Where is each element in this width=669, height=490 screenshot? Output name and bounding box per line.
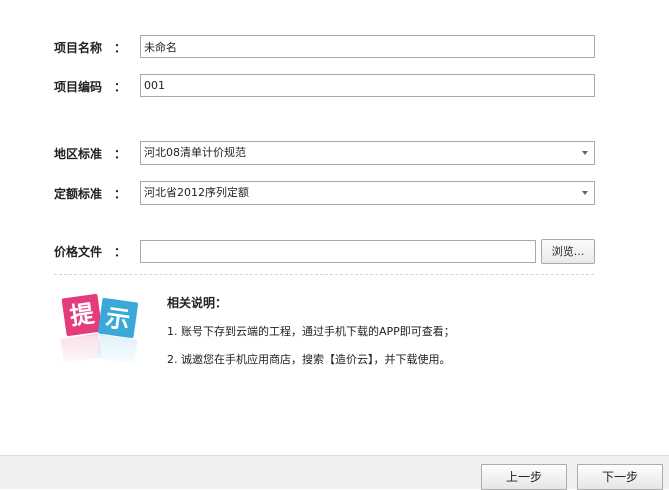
tip-line-2: 2. 诚邀您在手机应用商店，搜索【造价云】，并下载使用。	[167, 353, 451, 366]
region-standard-select[interactable]: 河北08清单计价规范	[140, 141, 595, 165]
price-file-colon: ：	[114, 245, 127, 259]
tip-title: 相关说明：	[167, 296, 228, 310]
quota-standard-value: 河北省2012序列定额	[144, 186, 249, 199]
region-standard-label: 地区标准	[54, 147, 103, 161]
price-file-input[interactable]	[140, 240, 536, 263]
tip-icon-char-2: 示	[104, 303, 132, 334]
chevron-down-icon[interactable]	[582, 191, 588, 195]
quota-standard-label: 定额标准	[54, 187, 103, 201]
divider	[54, 274, 594, 275]
footer-bar	[0, 455, 669, 489]
quota-standard-colon: ：	[114, 187, 127, 201]
browse-button[interactable]: 浏览...	[541, 239, 595, 264]
region-standard-value: 河北08清单计价规范	[144, 146, 246, 159]
project-name-label: 项目名称	[54, 41, 103, 55]
tip-icon-char-1: 提	[68, 299, 97, 330]
quota-standard-select[interactable]: 河北省2012序列定额	[140, 181, 595, 205]
region-standard-colon: ：	[114, 147, 127, 161]
price-file-label: 价格文件	[54, 245, 103, 259]
project-name-colon: ：	[114, 41, 127, 55]
project-name-input[interactable]	[140, 35, 595, 58]
project-code-colon: ：	[114, 80, 127, 94]
tip-line-1: 1. 账号下存到云端的工程，通过手机下载的APP即可查看；	[167, 325, 455, 338]
chevron-down-icon[interactable]	[582, 151, 588, 155]
project-code-label: 项目编码	[54, 80, 103, 94]
next-step-button[interactable]: 下一步	[577, 464, 663, 490]
prev-step-button[interactable]: 上一步	[481, 464, 567, 490]
project-code-input[interactable]	[140, 74, 595, 97]
tip-badge-icon: 提 示	[60, 293, 142, 372]
